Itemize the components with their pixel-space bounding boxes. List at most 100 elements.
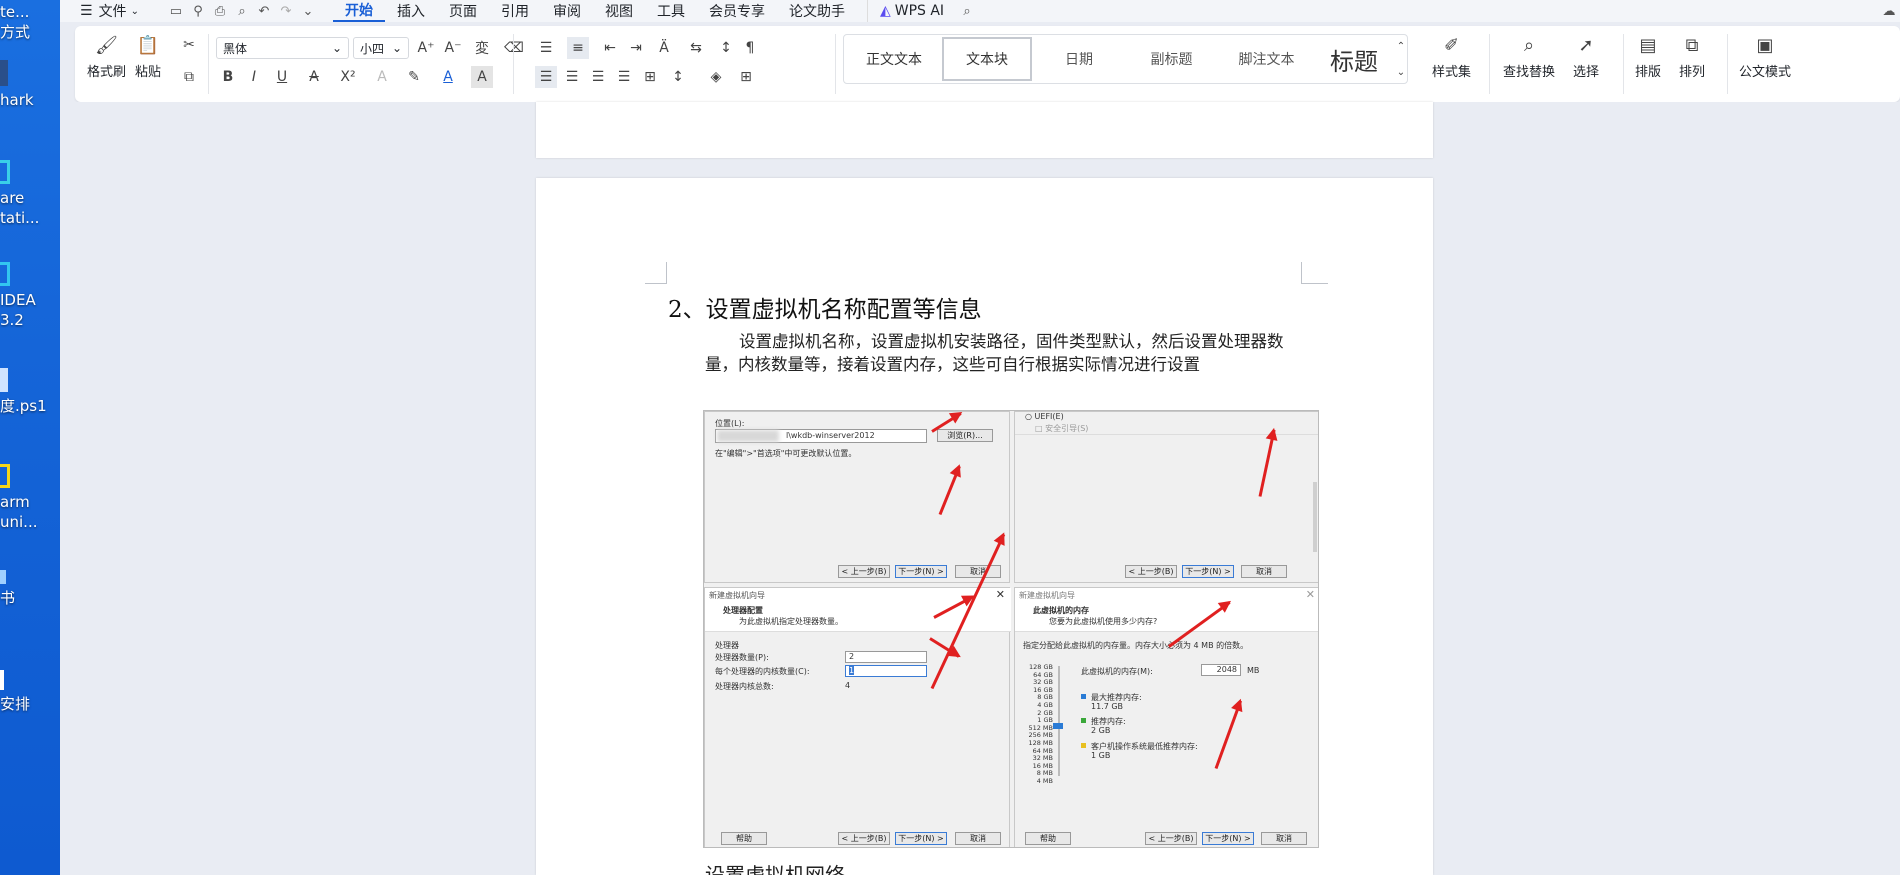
cores-value: 1 bbox=[849, 666, 855, 675]
line-spacing-icon[interactable]: ↕ bbox=[667, 66, 689, 88]
sort-icon[interactable]: ↕ bbox=[715, 37, 737, 59]
wizard-subtitle: 为此虚拟机指定处理器数量。 bbox=[739, 617, 843, 626]
memory-slider-track bbox=[1058, 666, 1060, 776]
bullet-list-icon[interactable]: ☰ bbox=[535, 37, 557, 59]
tab-references[interactable]: 引用 bbox=[489, 0, 541, 22]
clear-format-icon[interactable]: ⌫ bbox=[503, 37, 525, 59]
cut-icon[interactable]: ✂ bbox=[178, 34, 200, 56]
desktop-icon-7[interactable]: 书 bbox=[0, 570, 60, 608]
style-set-button[interactable]: ✐ 样式集 bbox=[1432, 32, 1472, 81]
arrange-button[interactable]: ⧉ 排列 bbox=[1679, 32, 1705, 81]
back-button: < 上一步(B) bbox=[1145, 832, 1197, 845]
share-icon[interactable]: ⚲ bbox=[187, 0, 209, 22]
text-direction-icon[interactable]: ⇆ bbox=[685, 37, 707, 59]
tab-paper-assistant[interactable]: 论文助手 bbox=[777, 0, 857, 22]
tab-tools[interactable]: 工具 bbox=[645, 0, 697, 22]
border-icon[interactable]: ⊞ bbox=[735, 66, 757, 88]
save-icon[interactable]: ▭ bbox=[165, 0, 187, 22]
desktop-icon-8[interactable]: 安排 bbox=[0, 670, 60, 714]
paste-button[interactable]: 📋 粘贴 bbox=[135, 32, 161, 81]
select-label: 选择 bbox=[1573, 65, 1600, 80]
gallery-scroll-up-icon[interactable]: ⌃ bbox=[1390, 35, 1412, 57]
style-title[interactable]: 标题 bbox=[1314, 35, 1394, 83]
tab-insert[interactable]: 插入 bbox=[385, 0, 437, 22]
decrease-indent-icon[interactable]: ⇤ bbox=[599, 37, 621, 59]
tab-member[interactable]: 会员专享 bbox=[697, 0, 777, 22]
text-effect-icon[interactable]: A bbox=[371, 66, 393, 88]
layout-button[interactable]: ▤ 排版 bbox=[1635, 32, 1661, 81]
next-button: 下一步(N) > bbox=[895, 832, 947, 845]
shading-icon[interactable]: ◈ bbox=[705, 66, 727, 88]
show-marks-icon[interactable]: ¶ bbox=[739, 37, 761, 59]
gallery-more-icon[interactable]: ⌄ bbox=[1390, 61, 1412, 83]
phonetic-icon[interactable]: 変 bbox=[471, 37, 493, 59]
redo-icon[interactable]: ↷ bbox=[275, 0, 297, 22]
italic-button[interactable]: I bbox=[243, 66, 265, 88]
arrange-icon: ⧉ bbox=[1685, 34, 1699, 56]
cloud-icon[interactable]: ☁ bbox=[1878, 0, 1900, 22]
official-mode-button[interactable]: ▣ 公文模式 bbox=[1739, 32, 1791, 81]
more-chevron-icon[interactable]: ⌄ bbox=[297, 0, 319, 22]
font-size-select[interactable]: 小四 ⌄ bbox=[353, 37, 409, 59]
format-painter-button[interactable]: 🖌 格式刷 bbox=[87, 32, 126, 81]
print-preview-icon[interactable]: ⌕ bbox=[231, 0, 253, 22]
style-body-text[interactable]: 正文文本 bbox=[844, 35, 944, 83]
wps-ai-button[interactable]: ◭ WPS AI bbox=[866, 0, 956, 22]
font-name-value: 黑体 bbox=[223, 41, 248, 56]
numbered-list-icon[interactable]: ≡ bbox=[567, 37, 589, 59]
align-center-icon[interactable]: ☰ bbox=[561, 66, 583, 88]
style-footnote[interactable]: 脚注文本 bbox=[1219, 35, 1314, 83]
distribute-icon[interactable]: ⊞ bbox=[639, 66, 661, 88]
wizard-subtitle: 您要为此虚拟机使用多少内存? bbox=[1049, 617, 1158, 626]
find-replace-button[interactable]: ⌕ 查找替换 bbox=[1503, 32, 1555, 81]
desktop-icon-6[interactable]: arm uni... bbox=[0, 464, 60, 532]
justify-icon[interactable]: ☰ bbox=[613, 66, 635, 88]
align-right-icon[interactable]: ☰ bbox=[587, 66, 609, 88]
back-button: < 上一步(B) bbox=[838, 832, 890, 845]
align-left-icon[interactable]: ☰ bbox=[535, 66, 557, 88]
strikethrough-icon[interactable]: A bbox=[303, 66, 325, 88]
undo-icon[interactable]: ↶ bbox=[253, 0, 275, 22]
increase-font-icon[interactable]: A⁺ bbox=[415, 37, 437, 59]
desktop-icon-2[interactable]: hark bbox=[0, 60, 60, 110]
max-memory-value: 11.7 GB bbox=[1091, 702, 1124, 711]
style-date[interactable]: 日期 bbox=[1034, 35, 1124, 83]
desktop-icon-3[interactable]: are tati... bbox=[0, 160, 60, 228]
chevron-down-icon: ⌄ bbox=[331, 41, 342, 55]
tab-review[interactable]: 审阅 bbox=[541, 0, 593, 22]
desktop-icon-5[interactable]: 度.ps1 bbox=[0, 368, 60, 416]
font-name-select[interactable]: 黑体 ⌄ bbox=[216, 37, 349, 59]
char-shading-icon[interactable]: A bbox=[471, 66, 493, 88]
style-set-label: 样式集 bbox=[1432, 65, 1472, 80]
file-menu-label: 文件 bbox=[98, 4, 127, 20]
body-paragraph[interactable]: 设置虚拟机名称，设置虚拟机安装路径，固件类型默认，然后设置处理器数量，内核数量等… bbox=[705, 330, 1305, 376]
next-section-heading[interactable]: 设置虚拟机网络 …… bbox=[705, 862, 891, 875]
select-button[interactable]: ➚ 选择 bbox=[1573, 32, 1600, 81]
file-menu[interactable]: ☰ 文件 ⌄ bbox=[60, 0, 151, 22]
desktop-icon-label: 方式 bbox=[0, 23, 31, 41]
print-icon[interactable]: ⎙ bbox=[209, 0, 231, 22]
recommended-legend-square bbox=[1081, 718, 1086, 723]
superscript-icon[interactable]: X² bbox=[337, 66, 359, 88]
underline-button[interactable]: U bbox=[271, 66, 293, 88]
section-heading[interactable]: 2、设置虚拟机名称配置等信息 bbox=[668, 290, 982, 324]
tab-home[interactable]: 开始 bbox=[332, 0, 385, 22]
tab-view[interactable]: 视图 bbox=[593, 0, 645, 22]
search-icon[interactable]: ⌕ bbox=[956, 0, 978, 22]
desktop-icon-1[interactable]: te... 方式 bbox=[0, 2, 60, 42]
style-text-block[interactable]: 文本块 bbox=[942, 37, 1032, 81]
tab-page[interactable]: 页面 bbox=[437, 0, 489, 22]
style-subtitle[interactable]: 副标题 bbox=[1124, 35, 1219, 83]
screenshot-figure[interactable]: 位置(L): l\wkdb-winserver2012 浏览(R)... 在"编… bbox=[703, 410, 1319, 848]
divider bbox=[1623, 34, 1624, 94]
copy-icon[interactable]: ⧉ bbox=[178, 66, 200, 88]
wps-ai-icon: ◭ bbox=[879, 3, 891, 19]
desktop-icon-4[interactable]: IDEA 3.2 bbox=[0, 262, 60, 330]
decrease-font-icon[interactable]: A⁻ bbox=[442, 37, 464, 59]
memory-hint: 指定分配给此虚拟机的内存量。内存大小必须为 4 MB 的倍数。 bbox=[1023, 641, 1249, 650]
bold-button[interactable]: B bbox=[217, 66, 239, 88]
increase-indent-icon[interactable]: ⇥ bbox=[625, 37, 647, 59]
font-color-icon[interactable]: A bbox=[437, 66, 459, 88]
highlight-icon[interactable]: ✎ bbox=[403, 66, 425, 88]
font-size-adjust-icon[interactable]: Ä bbox=[653, 37, 675, 59]
